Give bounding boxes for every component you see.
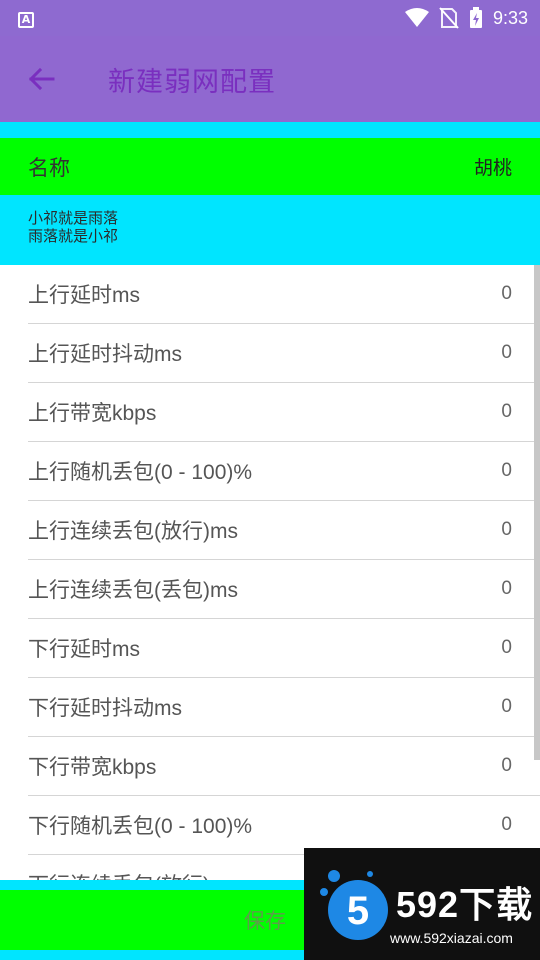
scrollbar[interactable] (534, 265, 540, 760)
setting-value: 0 (501, 755, 512, 776)
setting-value: 0 (501, 637, 512, 658)
setting-label: 下行带宽kbps (28, 756, 157, 779)
setting-label: 下行延时ms (28, 638, 140, 661)
arrow-left-icon (28, 67, 55, 91)
setting-uplink-burst-pass[interactable]: 上行连续丢包(放行)ms 0 (28, 501, 540, 560)
setting-uplink-delay[interactable]: 上行延时ms 0 (28, 265, 540, 324)
back-button[interactable] (16, 53, 68, 105)
name-field[interactable]: 名称 胡桃 (0, 138, 540, 195)
setting-uplink-burst-drop[interactable]: 上行连续丢包(丢包)ms 0 (28, 560, 540, 619)
setting-downlink-delay[interactable]: 下行延时ms 0 (28, 619, 540, 678)
svg-text:5: 5 (347, 889, 369, 933)
save-label: 保存 (244, 909, 286, 933)
setting-value: 0 (501, 519, 512, 540)
setting-label: 上行连续丢包(丢包)ms (28, 579, 238, 602)
wifi-icon (404, 8, 429, 27)
battery-charging-icon (469, 7, 482, 28)
setting-uplink-random-loss[interactable]: 上行随机丢包(0 - 100)% 0 (28, 442, 540, 501)
watermark-url: www.592xiazai.com (390, 930, 513, 946)
setting-value: 0 (501, 283, 512, 304)
site-watermark: 5 592下载 www.592xiazai.com (304, 848, 540, 960)
592-logo-icon: 5 (320, 870, 388, 940)
settings-list: 上行延时ms 0 上行延时抖动ms 0 上行带宽kbps 0 上行随机丢包(0 … (0, 265, 540, 880)
setting-downlink-bandwidth[interactable]: 下行带宽kbps 0 (28, 737, 540, 796)
description-line-2: 雨落就是小祁 (28, 227, 119, 245)
watermark-brand: 592下载 (396, 884, 534, 925)
setting-value: 0 (501, 696, 512, 717)
setting-label: 上行连续丢包(放行)ms (28, 520, 238, 543)
setting-value: 0 (501, 814, 512, 835)
status-time: 9:33 (492, 7, 528, 28)
divider-strip (0, 122, 540, 138)
status-right: 9:33 (404, 7, 528, 29)
app-bar: 新建弱网配置 (0, 36, 540, 122)
setting-label: 上行延时ms (28, 284, 140, 307)
description-box: 小祁就是雨落 雨落就是小祁 (0, 195, 540, 265)
no-sim-icon (439, 7, 459, 29)
setting-value: 0 (501, 578, 512, 599)
page-title: 新建弱网配置 (108, 66, 276, 98)
app-notification-icon: A (18, 11, 34, 28)
name-value: 胡桃 (473, 157, 512, 179)
setting-label: 下行连续丢包(放行) (28, 869, 210, 880)
description-line-1: 小祁就是雨落 (28, 209, 119, 227)
status-left: A (18, 8, 34, 28)
status-bar: A 9:33 (0, 0, 540, 36)
setting-uplink-jitter[interactable]: 上行延时抖动ms 0 (28, 324, 540, 383)
setting-downlink-random-loss[interactable]: 下行随机丢包(0 - 100)% 0 (28, 796, 540, 855)
name-label: 名称 (28, 155, 70, 180)
setting-value: 0 (501, 460, 512, 481)
setting-downlink-jitter[interactable]: 下行延时抖动ms 0 (28, 678, 540, 737)
setting-label: 下行延时抖动ms (28, 697, 182, 720)
setting-value: 0 (501, 401, 512, 422)
setting-uplink-bandwidth[interactable]: 上行带宽kbps 0 (28, 383, 540, 442)
setting-label: 上行随机丢包(0 - 100)% (28, 461, 253, 484)
setting-value: 0 (501, 342, 512, 363)
setting-label: 下行随机丢包(0 - 100)% (28, 815, 253, 838)
setting-label: 上行延时抖动ms (28, 343, 182, 366)
setting-label: 上行带宽kbps (28, 402, 157, 425)
